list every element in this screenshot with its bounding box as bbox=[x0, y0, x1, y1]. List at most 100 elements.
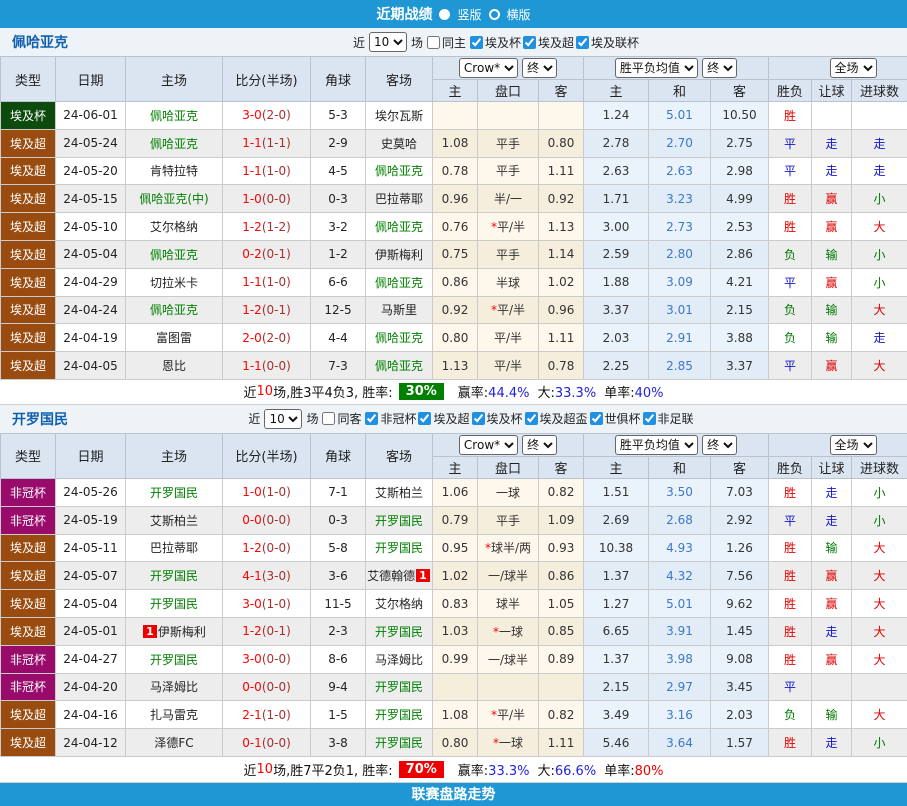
team-link[interactable]: 富图雷 bbox=[156, 331, 192, 345]
sub-away-odds: 客 bbox=[539, 456, 584, 478]
team-link[interactable]: 扎马雷克 bbox=[150, 708, 198, 722]
team-link[interactable]: 佩哈亚克(中) bbox=[139, 192, 208, 206]
competition-checkbox[interactable] bbox=[470, 36, 483, 49]
scope-select[interactable]: 全场 bbox=[830, 58, 877, 78]
team-link[interactable]: 切拉米卡 bbox=[150, 276, 198, 290]
match-row: 埃及超24-04-19富图雷2-0(2-0)4-4佩哈亚克0.80平/半1.11… bbox=[1, 324, 907, 352]
team-link[interactable]: 开罗国民 bbox=[150, 486, 198, 500]
date-cell: 24-04-20 bbox=[56, 673, 126, 701]
home-odds-cell: 0.83 bbox=[433, 590, 478, 618]
competition-checkbox[interactable] bbox=[525, 412, 538, 425]
team-link[interactable]: 巴拉蒂耶 bbox=[150, 541, 198, 555]
team-link[interactable]: 伊斯梅利 bbox=[375, 248, 423, 262]
team-link[interactable]: 佩哈亚克 bbox=[375, 331, 423, 345]
same-venue-filter[interactable]: 同客 bbox=[322, 410, 361, 427]
team-link[interactable]: 佩哈亚克 bbox=[150, 303, 198, 317]
avg-draw-cell: 2.91 bbox=[649, 324, 711, 352]
competition-checkbox[interactable] bbox=[418, 412, 431, 425]
stat-label: 单率: bbox=[604, 386, 634, 401]
handicap-result-cell: 赢 bbox=[812, 352, 852, 380]
team-link[interactable]: 开罗国民 bbox=[375, 708, 423, 722]
team-link[interactable]: 开罗国民 bbox=[150, 653, 198, 667]
competition-checkbox[interactable] bbox=[590, 412, 603, 425]
home-team-cell: 艾尔格纳 bbox=[126, 213, 223, 241]
team-link[interactable]: 马泽姆比 bbox=[150, 680, 198, 694]
team-link[interactable]: 开罗国民 bbox=[375, 541, 423, 555]
corners-cell: 4-4 bbox=[311, 324, 366, 352]
competition-checkbox[interactable] bbox=[472, 412, 485, 425]
bookmaker-select[interactable]: Crow* bbox=[459, 58, 518, 78]
odds-time-select[interactable]: 终 bbox=[522, 435, 557, 455]
competition-filter[interactable]: 埃及联杯 bbox=[576, 34, 639, 51]
competition-checkbox[interactable] bbox=[523, 36, 536, 49]
handicap-result-cell: 走 bbox=[812, 129, 852, 157]
competition-filter[interactable]: 埃及超 bbox=[418, 410, 469, 427]
competition-checkbox[interactable] bbox=[576, 36, 589, 49]
handicap-cell: 平手 bbox=[478, 129, 539, 157]
team-link[interactable]: 马泽姆比 bbox=[375, 653, 423, 667]
competition-filter[interactable]: 埃及杯 bbox=[472, 410, 523, 427]
corners-cell: 2-9 bbox=[311, 129, 366, 157]
team-link[interactable]: 佩哈亚克 bbox=[150, 109, 198, 123]
team-link[interactable]: 恩比 bbox=[162, 359, 186, 373]
team-link[interactable]: 泽德FC bbox=[154, 736, 193, 750]
team-link[interactable]: 艾德翰德 bbox=[367, 569, 415, 583]
avg-home-cell: 6.65 bbox=[584, 617, 649, 645]
avg-select[interactable]: 胜平负均值 bbox=[615, 435, 698, 455]
bookmaker-select[interactable]: Crow* bbox=[459, 435, 518, 455]
team-link[interactable]: 艾尔格纳 bbox=[375, 597, 423, 611]
team-link[interactable]: 艾尔格纳 bbox=[150, 220, 198, 234]
avg-home-cell: 2.59 bbox=[584, 240, 649, 268]
team-name[interactable]: 开罗国民 bbox=[12, 409, 68, 429]
avg-select[interactable]: 胜平负均值 bbox=[615, 58, 698, 78]
vertical-radio[interactable] bbox=[439, 9, 450, 20]
team-link[interactable]: 佩哈亚克 bbox=[375, 220, 423, 234]
recent-count-select[interactable]: 10 bbox=[264, 409, 302, 429]
team-link[interactable]: 马斯里 bbox=[381, 303, 417, 317]
horizontal-radio[interactable] bbox=[489, 9, 500, 20]
team-link[interactable]: 开罗国民 bbox=[375, 625, 423, 639]
team-link[interactable]: 佩哈亚克 bbox=[150, 248, 198, 262]
col-score: 比分(半场) bbox=[223, 57, 311, 102]
recent-count-select[interactable]: 10 bbox=[369, 32, 407, 52]
same-venue-checkbox[interactable] bbox=[322, 412, 335, 425]
team-link[interactable]: 开罗国民 bbox=[150, 569, 198, 583]
vertical-radio-label[interactable]: 竖版 bbox=[457, 6, 481, 23]
odds-time-select[interactable]: 终 bbox=[522, 58, 557, 78]
competition-filter[interactable]: 埃及杯 bbox=[470, 34, 521, 51]
result-cell: 负 bbox=[769, 701, 812, 729]
team-link[interactable]: 伊斯梅利 bbox=[158, 625, 206, 639]
team-link[interactable]: 艾斯柏兰 bbox=[150, 514, 198, 528]
competition-filter[interactable]: 埃及超盃 bbox=[525, 410, 588, 427]
competition-checkbox[interactable] bbox=[365, 412, 378, 425]
team-link[interactable]: 佩哈亚克 bbox=[375, 164, 423, 178]
team-link[interactable]: 佩哈亚克 bbox=[375, 359, 423, 373]
team-link[interactable]: 开罗国民 bbox=[150, 597, 198, 611]
team-link[interactable]: 肯特拉特 bbox=[150, 164, 198, 178]
team-link[interactable]: 艾斯柏兰 bbox=[375, 486, 423, 500]
team-link[interactable]: 巴拉蒂耶 bbox=[375, 192, 423, 206]
home-odds-cell: 0.80 bbox=[433, 324, 478, 352]
avg-time-select[interactable]: 终 bbox=[702, 435, 737, 455]
competition-checkbox[interactable] bbox=[643, 412, 656, 425]
avg-time-select[interactable]: 终 bbox=[702, 58, 737, 78]
team-link[interactable]: 佩哈亚克 bbox=[375, 276, 423, 290]
section-header-team1: 佩哈亚克 近 10 场 同主 埃及杯埃及超埃及联杯 bbox=[0, 28, 907, 56]
horizontal-radio-label[interactable]: 横版 bbox=[507, 6, 531, 23]
competition-filter[interactable]: 埃及超 bbox=[523, 34, 574, 51]
team-link[interactable]: 史莫哈 bbox=[381, 137, 417, 151]
competition-filter[interactable]: 非足联 bbox=[643, 410, 694, 427]
avg-home-cell: 2.63 bbox=[584, 157, 649, 185]
competition-filter[interactable]: 非冠杯 bbox=[365, 410, 416, 427]
competition-filter[interactable]: 世俱杯 bbox=[590, 410, 641, 427]
team-link[interactable]: 开罗国民 bbox=[375, 736, 423, 750]
team-link[interactable]: 开罗国民 bbox=[375, 514, 423, 528]
avg-draw-cell: 3.23 bbox=[649, 185, 711, 213]
team-link[interactable]: 埃尔瓦斯 bbox=[375, 109, 423, 123]
team-link[interactable]: 开罗国民 bbox=[375, 680, 423, 694]
same-venue-filter[interactable]: 同主 bbox=[427, 34, 466, 51]
same-venue-checkbox[interactable] bbox=[427, 36, 440, 49]
team-name[interactable]: 佩哈亚克 bbox=[12, 32, 68, 52]
scope-select[interactable]: 全场 bbox=[830, 435, 877, 455]
team-link[interactable]: 佩哈亚克 bbox=[150, 137, 198, 151]
